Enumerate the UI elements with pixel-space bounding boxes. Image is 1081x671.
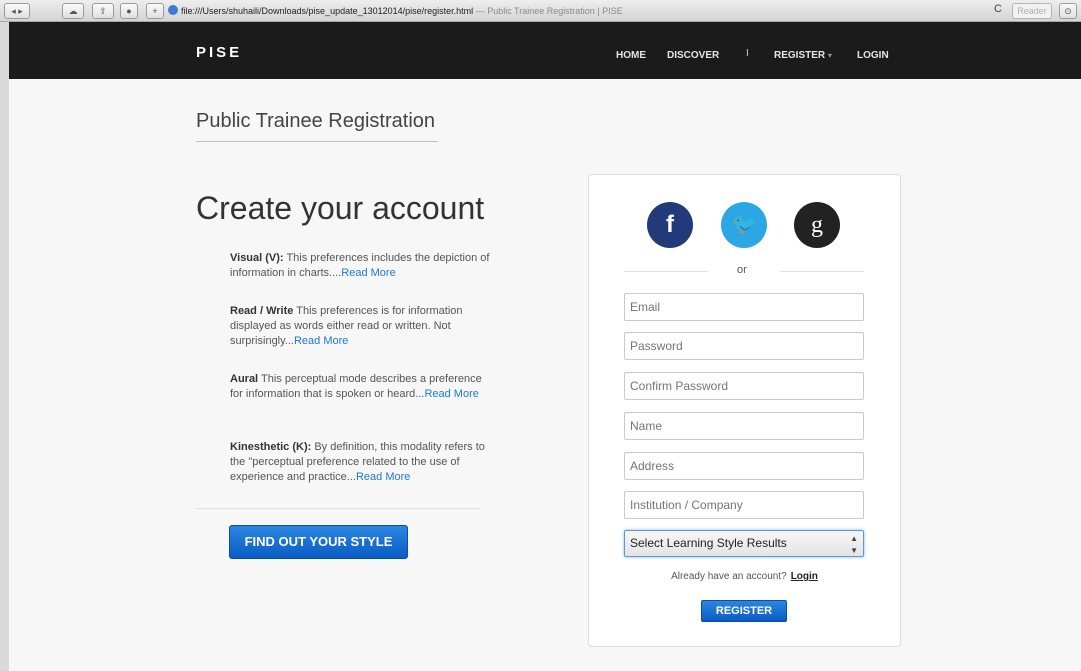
preference-visual: Visual (V): This preferences includes th…	[230, 251, 495, 281]
or-line-left	[624, 271, 708, 272]
downloads-icon[interactable]: ⊙	[1059, 3, 1077, 19]
read-more-link[interactable]: Read More	[356, 471, 410, 483]
page-title-suffix: — Public Trainee Registration | PISE	[475, 6, 623, 16]
register-panel: f 🐦 g or Select Learning Style Results ▲…	[588, 174, 901, 647]
login-link[interactable]: Login	[791, 571, 818, 582]
or-separator: or	[737, 264, 747, 276]
or-line-right	[780, 271, 864, 272]
nav-register-label: REGISTER	[774, 50, 826, 61]
preference-kinesthetic: Kinesthetic (K): By definition, this mod…	[230, 440, 495, 485]
twitter-icon[interactable]: 🐦	[721, 202, 767, 248]
page-title: Public Trainee Registration	[196, 110, 438, 142]
nav-login[interactable]: LOGIN	[857, 50, 889, 61]
preference-title: Visual (V):	[230, 252, 284, 264]
name-field[interactable]	[624, 412, 864, 440]
already-account-text: Already have an account?	[671, 571, 787, 582]
address-url: file:///Users/shuhaili/Downloads/pise_up…	[181, 6, 474, 16]
chevron-down-icon: ▾	[827, 51, 832, 60]
reader-button[interactable]: Reader	[1012, 3, 1052, 19]
already-account: Already have an account? Login	[589, 571, 900, 582]
brand-logo[interactable]: PISE	[196, 44, 242, 61]
confirm-password-field[interactable]	[624, 372, 864, 400]
nav-register[interactable]: REGISTER ▾	[774, 50, 832, 61]
read-more-link[interactable]: Read More	[424, 388, 478, 400]
learning-style-select[interactable]: Select Learning Style Results ▲ ▼	[624, 530, 864, 557]
nav-discover[interactable]: DISCOVER	[667, 50, 719, 61]
page: PISE HOME DISCOVER I REGISTER ▾ LOGIN Pu…	[9, 22, 1081, 671]
nav-divider: I	[746, 48, 749, 59]
back-forward-button[interactable]: ◂ ▸	[4, 3, 30, 19]
read-more-link[interactable]: Read More	[294, 335, 348, 347]
preference-read-write: Read / Write This preferences is for inf…	[230, 304, 495, 349]
nav-home[interactable]: HOME	[616, 50, 646, 61]
preference-title: Read / Write	[230, 305, 294, 317]
password-field[interactable]	[624, 332, 864, 360]
institution-field[interactable]	[624, 491, 864, 519]
find-out-style-button[interactable]: FIND OUT YOUR STYLE	[229, 525, 408, 559]
facebook-icon[interactable]: f	[647, 202, 693, 248]
google-icon[interactable]: g	[794, 202, 840, 248]
add-tab-icon[interactable]: +	[146, 3, 164, 19]
address-field[interactable]	[624, 452, 864, 480]
address-bar[interactable]: file:///Users/shuhaili/Downloads/pise_up…	[168, 3, 903, 19]
learning-style-select-value: Select Learning Style Results	[630, 536, 787, 550]
divider	[196, 508, 481, 509]
globe-icon	[168, 5, 178, 15]
preference-title: Kinesthetic (K):	[230, 441, 312, 453]
stop-icon[interactable]: ●	[120, 3, 138, 19]
reload-icon[interactable]: C	[994, 3, 1002, 15]
select-arrows-icon: ▲ ▼	[850, 534, 858, 555]
share-icon[interactable]: ⇪	[92, 3, 114, 19]
preference-title: Aural	[230, 373, 259, 385]
read-more-link[interactable]: Read More	[341, 267, 395, 279]
headline: Create your account	[196, 190, 485, 226]
register-button[interactable]: REGISTER	[701, 600, 787, 622]
navbar: PISE HOME DISCOVER I REGISTER ▾ LOGIN	[9, 22, 1081, 79]
email-field[interactable]	[624, 293, 864, 321]
preference-aural: Aural This perceptual mode describes a p…	[230, 372, 495, 402]
browser-toolbar: ◂ ▸ ☁ ⇪ ● + file:///Users/shuhaili/Downl…	[0, 0, 1081, 22]
cloud-icon[interactable]: ☁	[62, 3, 84, 19]
